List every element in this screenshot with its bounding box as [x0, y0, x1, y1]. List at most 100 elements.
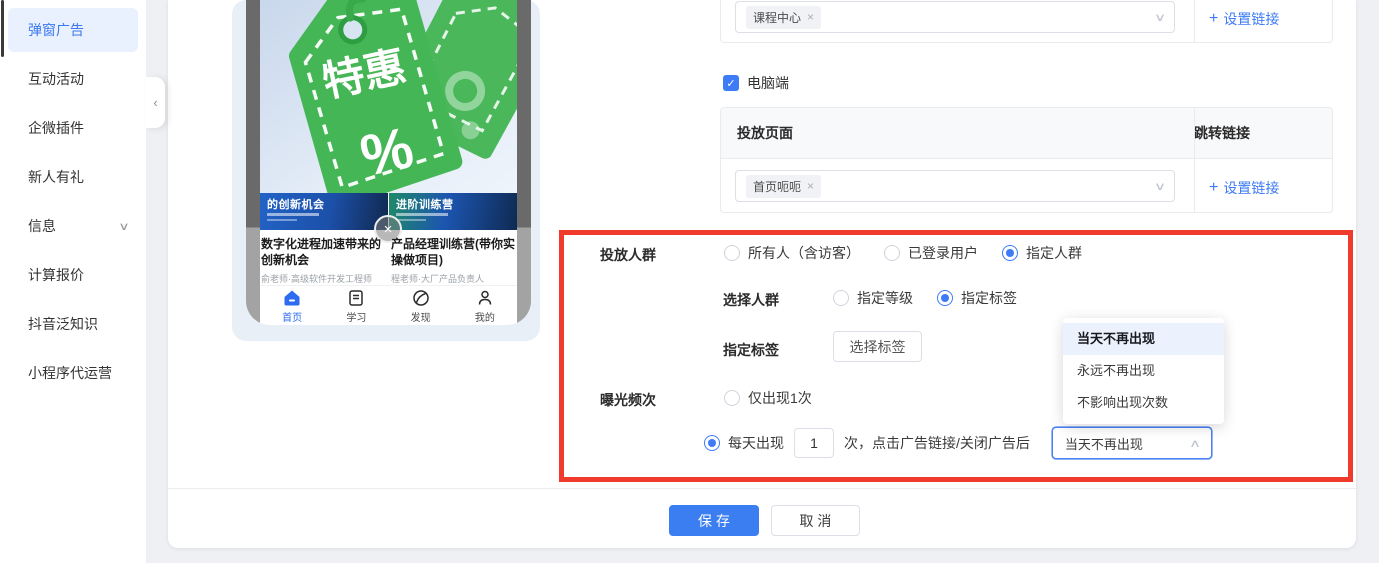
radio-option-logged-in[interactable]: 已登录用户 [884, 243, 978, 263]
set-link-label: 设置链接 [1223, 11, 1280, 27]
course-title: 产品经理训练营(带你实操做项目) [391, 237, 515, 267]
radio-option-specified-tag[interactable]: 指定标签 [937, 288, 1017, 308]
table-header: 投放页面 跳转链接 [721, 108, 1332, 159]
banner-title: 进阶训练营 [396, 199, 454, 211]
specified-tag-label: 指定标签 [723, 342, 779, 358]
close-x-glyph: × [383, 220, 393, 238]
sidebar-item-label: 新人有礼 [28, 169, 84, 185]
select-tag-button-label: 选择标签 [849, 338, 906, 355]
chip-label: 首页呃呃 [753, 179, 802, 194]
save-button[interactable]: 保 存 [669, 505, 759, 536]
radio-icon-checked[interactable] [937, 290, 953, 306]
set-link-button-mobile[interactable]: + 设置链接 [1209, 9, 1279, 29]
check-icon: ✓ [726, 77, 736, 90]
sidebar-item-newcomer-gift[interactable]: 新人有礼 [8, 155, 138, 199]
sidebar-item-label: 弹窗广告 [28, 22, 84, 38]
pc-checkbox-row: ✓ 电脑端 [723, 73, 789, 93]
course-banner: 进阶训练营 [389, 193, 517, 230]
sidebar-item-label: 互动活动 [28, 71, 84, 87]
banner-subtext-bar [267, 219, 297, 221]
chip-remove-icon[interactable]: × [807, 11, 814, 23]
radio-label: 已登录用户 [908, 245, 978, 261]
radio-label: 仅出现1次 [748, 390, 812, 406]
radio-label: 指定人群 [1026, 245, 1082, 261]
chip-remove-icon[interactable]: × [807, 180, 814, 192]
cancel-button[interactable]: 取 消 [771, 505, 860, 536]
dropdown-option-no-effect[interactable]: 不影响出现次数 [1063, 387, 1224, 419]
dropdown-option-never-again[interactable]: 永远不再出现 [1063, 355, 1224, 387]
footer-divider [168, 488, 1356, 489]
sidebar-collapse-handle[interactable]: ‹ [146, 77, 165, 128]
sidebar-item-wecom-plugin[interactable]: 企微插件 [8, 106, 138, 150]
banner-subtext-bar [267, 213, 319, 216]
phone-screen: 特惠 % 的创新机会 进阶训练营 × 数字化进程加速带来的创新机会 产品经理训练… [246, 0, 531, 325]
phone-tabbar: 首页 学习 发现 我的 [260, 285, 517, 325]
course-title: 数字化进程加速带来的创新机会 [261, 237, 382, 267]
collapse-left-icon: ‹ [153, 95, 158, 110]
radio-icon[interactable] [833, 290, 849, 306]
radio-option-show-once[interactable]: 仅出现1次 [724, 388, 812, 408]
chevron-down-icon: ∨ [1153, 180, 1167, 193]
group-radio-group: 指定等级 指定标签 [833, 289, 1017, 307]
sidebar-menu: 弹窗广告 互动活动 企微插件 新人有礼 信息 ∨ 计算报价 抖音泛知识 小程序代… [0, 8, 146, 400]
mobile-page-select[interactable]: 课程中心 × ∨ [735, 1, 1175, 33]
sidebar-item-price-calculator[interactable]: 计算报价 [8, 253, 138, 297]
phone-screen-content: 特惠 % 的创新机会 进阶训练营 × 数字化进程加速带来的创新机会 产品经理训练… [260, 0, 517, 325]
select-tag-button[interactable]: 选择标签 [833, 331, 922, 362]
radio-option-specified-audience[interactable]: 指定人群 [1002, 243, 1082, 263]
radio-option-everyone[interactable]: 所有人（含访客） [724, 243, 860, 263]
column-header-link: 跳转链接 [1194, 125, 1250, 141]
radio-icon-checked[interactable] [1002, 245, 1018, 261]
popup-ad-image: 特惠 % [260, 0, 517, 193]
radio-label: 指定标签 [961, 290, 1017, 306]
home-icon [284, 290, 300, 305]
frequency-label: 曝光频次 [600, 392, 656, 408]
sidebar-item-douyin-knowledge[interactable]: 抖音泛知识 [8, 302, 138, 346]
tab-label: 我的 [474, 312, 495, 324]
chevron-down-icon: ∨ [118, 220, 130, 233]
sidebar-item-interactive-activities[interactable]: 互动活动 [8, 57, 138, 101]
set-link-label: 设置链接 [1223, 180, 1280, 196]
sidebar-item-label: 小程序代运营 [28, 365, 112, 381]
table-column-divider [1194, 108, 1195, 212]
group-label: 选择人群 [723, 292, 779, 308]
sidebar-item-miniprogram-operation[interactable]: 小程序代运营 [8, 351, 138, 395]
table-column-divider [1194, 0, 1195, 42]
radio-icon[interactable] [724, 245, 740, 261]
column-header-page: 投放页面 [737, 125, 793, 141]
tab-mine: 我的 [453, 286, 517, 325]
pc-page-select[interactable]: 首页呃呃 × ∨ [735, 170, 1175, 202]
selected-page-chip: 课程中心 × [746, 5, 822, 29]
sidebar-item-info[interactable]: 信息 ∨ [8, 204, 138, 248]
dropdown-option-not-today[interactable]: 当天不再出现 [1063, 323, 1224, 355]
sidebar-item-label: 抖音泛知识 [28, 316, 98, 332]
times-per-day-input[interactable] [794, 428, 834, 458]
plus-icon: + [1209, 179, 1219, 196]
audience-radio-group: 所有人（含访客） 已登录用户 指定人群 [724, 244, 1082, 262]
set-link-button-pc[interactable]: + 设置链接 [1209, 178, 1279, 198]
sidebar-item-label: 计算报价 [28, 267, 84, 283]
course-banner: 的创新机会 [260, 193, 388, 230]
chip-label: 课程中心 [753, 10, 802, 25]
tab-discover: 发现 [389, 286, 453, 325]
frequency-once-row: 仅出现1次 [724, 389, 812, 407]
after-action-select[interactable]: 当天不再出现 ∧ [1051, 427, 1212, 459]
document-icon [349, 289, 364, 306]
daily-prefix-label: 每天出现 [728, 435, 784, 451]
tab-label: 学习 [346, 312, 367, 324]
pc-checkbox-label: 电脑端 [747, 75, 789, 91]
pc-checkbox[interactable]: ✓ [723, 75, 739, 91]
after-action-select-value: 当天不再出现 [1064, 436, 1143, 452]
tab-label: 发现 [410, 312, 431, 324]
radio-icon[interactable] [724, 390, 740, 406]
phone-preview-card: 特惠 % 的创新机会 进阶训练营 × 数字化进程加速带来的创新机会 产品经理训练… [232, 0, 540, 341]
banner-subtext-bar [396, 219, 426, 221]
cancel-button-label: 取 消 [799, 512, 832, 529]
sidebar-item-label: 信息 [28, 218, 56, 234]
radio-icon-checked[interactable] [704, 435, 720, 451]
sidebar-item-popup-ads[interactable]: 弹窗广告 [8, 8, 138, 52]
radio-option-specified-level[interactable]: 指定等级 [833, 288, 913, 308]
radio-label: 所有人（含访客） [748, 245, 860, 261]
daily-suffix-label: 次，点击广告链接/关闭广告后 [844, 435, 1030, 451]
radio-icon[interactable] [884, 245, 900, 261]
